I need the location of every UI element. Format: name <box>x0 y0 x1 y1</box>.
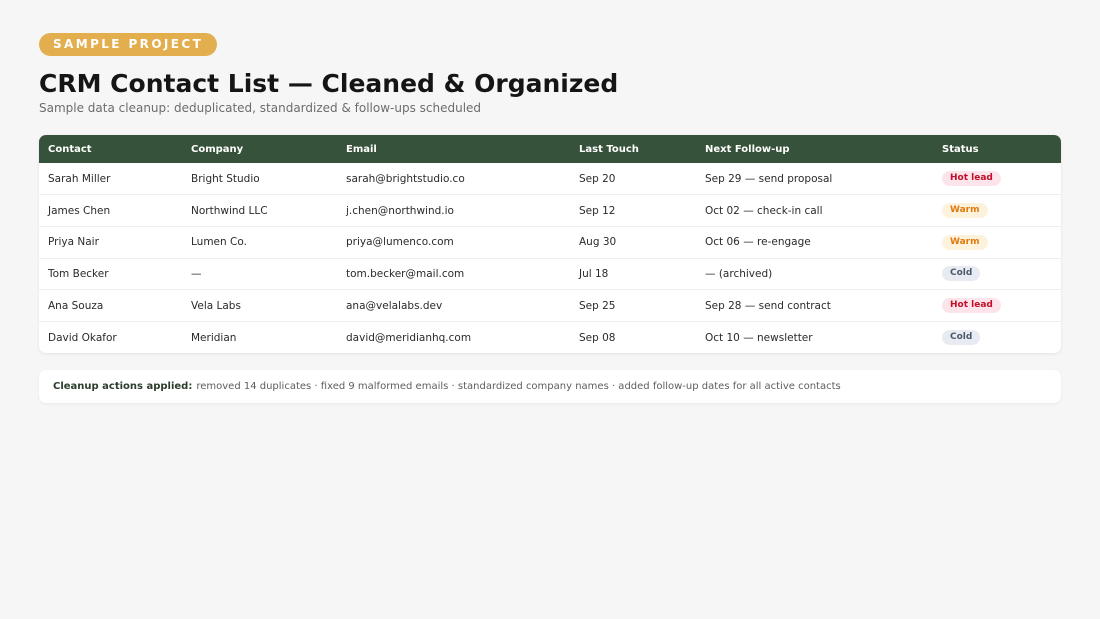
page: SAMPLE PROJECT CRM Contact List — Cleane… <box>0 0 1100 619</box>
project-badge: SAMPLE PROJECT <box>39 33 218 56</box>
cell-email[interactable]: sarah@brightstudio.co <box>337 163 570 195</box>
status-badge: Hot lead <box>942 298 1001 314</box>
cell-status: Warm <box>933 194 1061 227</box>
status-badge: Cold <box>942 330 981 346</box>
column-header-next-follow-up[interactable]: Next Follow-up <box>696 135 933 163</box>
cell-last-touch: Aug 30 <box>570 225 696 259</box>
table-row[interactable]: Sarah Miller Bright Studio sarah@brights… <box>39 163 1061 195</box>
table-row[interactable]: David Okafor Meridian david@meridianhq.c… <box>39 320 1061 354</box>
column-header-company[interactable]: Company <box>182 135 337 163</box>
cell-status: Cold <box>933 257 1061 290</box>
cell-company: Vela Labs <box>182 289 337 322</box>
cell-email[interactable]: david@meridianhq.com <box>337 320 570 354</box>
cell-next-follow-up: Oct 06 — re-engage <box>696 225 933 259</box>
cell-status: Warm <box>933 225 1061 259</box>
cleanup-notes-text: removed 14 duplicates · fixed 9 malforme… <box>196 381 841 393</box>
column-header-contact[interactable]: Contact <box>39 135 182 163</box>
cell-contact: James Chen <box>39 194 182 227</box>
cell-company: Northwind LLC <box>182 194 337 227</box>
cell-email[interactable]: tom.becker@mail.com <box>337 257 570 290</box>
cell-last-touch: Jul 18 <box>570 257 696 290</box>
cell-company: — <box>182 257 337 290</box>
status-badge: Cold <box>942 266 981 282</box>
contacts-table: Contact Company Email Last Touch Next Fo… <box>39 135 1061 354</box>
cell-company: Bright Studio <box>191 172 260 185</box>
cell-status: Hot lead <box>933 163 1061 195</box>
cell-company: Meridian <box>182 320 337 354</box>
table-row[interactable]: Ana Souza Vela Labs ana@velalabs.dev Sep… <box>39 289 1061 322</box>
cleanup-notes-label: Cleanup actions applied: <box>53 381 193 393</box>
cell-email[interactable]: priya@lumenco.com <box>337 225 570 259</box>
cell-status: Cold <box>933 320 1061 354</box>
cell-last-touch: Sep 08 <box>570 320 696 354</box>
table-row[interactable]: James Chen Northwind LLC j.chen@northwin… <box>39 194 1061 227</box>
cell-email[interactable]: j.chen@northwind.io <box>337 194 570 227</box>
table-row[interactable]: Priya Nair Lumen Co. priya@lumenco.com A… <box>39 225 1061 259</box>
cell-next-follow-up: — (archived) <box>696 257 933 290</box>
cell-contact: David Okafor <box>39 320 182 354</box>
page-subtitle: Sample data cleanup: deduplicated, stand… <box>39 101 482 115</box>
cell-contact: Sarah Miller <box>48 172 111 185</box>
page-title: CRM Contact List — Cleaned & Organized <box>39 69 619 98</box>
table-row[interactable]: Tom Becker — tom.becker@mail.com Jul 18 … <box>39 257 1061 290</box>
cell-next-follow-up: Oct 02 — check-in call <box>696 194 933 227</box>
cell-status: Hot lead <box>933 289 1061 322</box>
cell-contact: Priya Nair <box>39 225 182 259</box>
cell-contact: Ana Souza <box>39 289 182 322</box>
cell-company: Lumen Co. <box>182 225 337 259</box>
column-header-last-touch[interactable]: Last Touch <box>570 135 696 163</box>
status-badge: Warm <box>942 234 988 250</box>
contacts-table-card: Contact Company Email Last Touch Next Fo… <box>39 135 1061 354</box>
cell-last-touch: Sep 20 <box>579 172 616 185</box>
status-badge: Hot lead <box>942 171 1001 187</box>
cleanup-notes: Cleanup actions applied: removed 14 dupl… <box>39 370 1061 404</box>
column-header-email[interactable]: Email <box>337 135 570 163</box>
cell-contact: Tom Becker <box>39 257 182 290</box>
cell-last-touch: Sep 12 <box>570 194 696 227</box>
table-header-row: Contact Company Email Last Touch Next Fo… <box>39 135 1061 163</box>
cell-email[interactable]: ana@velalabs.dev <box>337 289 570 322</box>
cell-next-follow-up: Oct 10 — newsletter <box>696 320 933 354</box>
cell-next-follow-up: Sep 28 — send contract <box>696 289 933 322</box>
cell-last-touch: Sep 25 <box>570 289 696 322</box>
status-badge: Warm <box>942 203 988 219</box>
column-header-status[interactable]: Status <box>933 135 1061 163</box>
cell-next-follow-up: Sep 29 — send proposal <box>705 172 833 185</box>
